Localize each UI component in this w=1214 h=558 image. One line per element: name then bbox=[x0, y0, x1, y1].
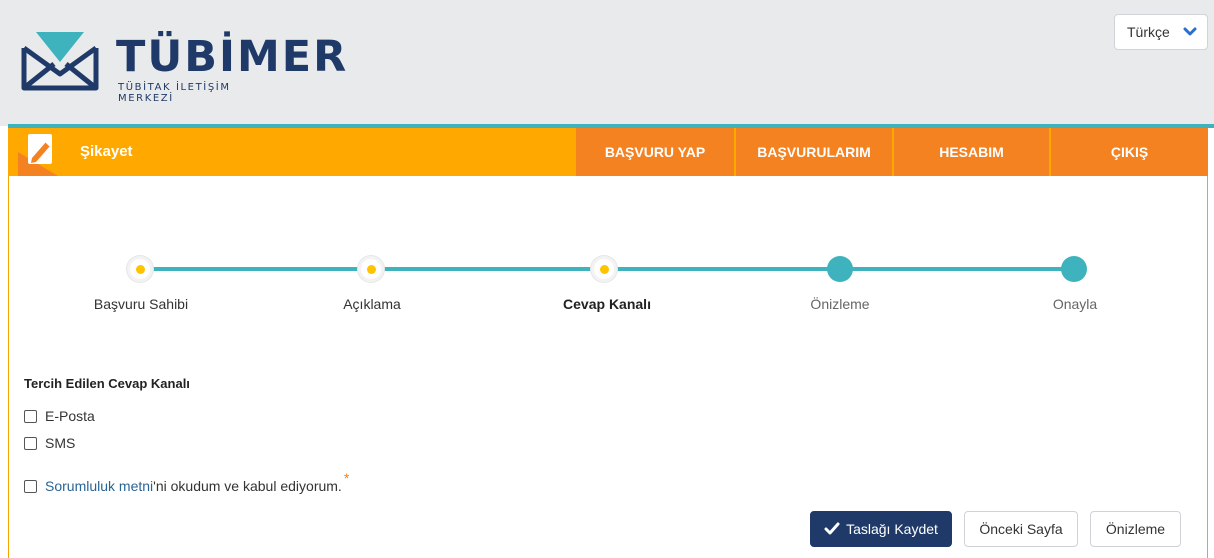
logo-title: TÜBİMER bbox=[116, 32, 349, 82]
tubimer-logo[interactable]: TÜBİMER TÜBİTAK İLETİŞİM MERKEZİ bbox=[14, 20, 346, 104]
option-email[interactable]: E-Posta bbox=[24, 408, 95, 424]
required-mark: * bbox=[343, 470, 350, 486]
response-channel-heading: Tercih Edilen Cevap Kanalı bbox=[24, 376, 190, 391]
agreement-checkbox[interactable] bbox=[24, 479, 37, 493]
document-pencil-icon bbox=[18, 134, 58, 176]
nav-item-logout[interactable]: ÇIKIŞ bbox=[1049, 128, 1208, 176]
save-draft-label: Taslağı Kaydet bbox=[846, 521, 938, 537]
email-checkbox[interactable] bbox=[24, 409, 37, 423]
language-select-value: Türkçe bbox=[1127, 24, 1170, 40]
main-navbar: Şikayet BAŞVURU YAP BAŞVURULARIM HESABIM… bbox=[8, 128, 1208, 176]
step-dot-description bbox=[358, 256, 384, 282]
nav-item-apply[interactable]: BAŞVURU YAP bbox=[574, 128, 734, 176]
step-label-description: Açıklama bbox=[343, 296, 401, 312]
option-sms[interactable]: SMS bbox=[24, 435, 75, 451]
step-label-confirm: Onayla bbox=[1052, 296, 1098, 312]
nav-item-account[interactable]: HESABIM bbox=[892, 128, 1049, 176]
language-select[interactable]: Türkçe bbox=[1114, 14, 1208, 50]
save-draft-button[interactable]: Taslağı Kaydet bbox=[810, 511, 952, 547]
step-dot-confirm bbox=[1061, 256, 1087, 282]
responsibility-text-link[interactable]: Sorumluluk metni bbox=[45, 478, 153, 494]
envelope-logo-icon bbox=[21, 32, 99, 91]
nav-menu: BAŞVURU YAP BAŞVURULARIM HESABIM ÇIKIŞ bbox=[574, 128, 1208, 176]
sms-option-label: SMS bbox=[45, 435, 76, 451]
sms-checkbox[interactable] bbox=[24, 436, 37, 450]
step-label-applicant: Başvuru Sahibi bbox=[93, 296, 189, 312]
complaint-icon-box bbox=[18, 128, 70, 176]
step-dot-preview bbox=[827, 256, 853, 282]
agreement-text: 'ni okudum ve kabul ediyorum. bbox=[153, 478, 342, 494]
step-dot-applicant bbox=[127, 256, 153, 282]
page-title: Şikayet bbox=[80, 143, 133, 160]
logo-subtitle: TÜBİTAK İLETİŞİM MERKEZİ bbox=[118, 82, 231, 104]
step-label-response-channel: Cevap Kanalı bbox=[563, 296, 651, 312]
chevron-down-icon bbox=[1183, 27, 1197, 36]
preview-button[interactable]: Önizleme bbox=[1090, 511, 1181, 547]
checkmark-icon bbox=[824, 522, 840, 535]
nav-item-my-applications[interactable]: BAŞVURULARIM bbox=[734, 128, 892, 176]
step-label-preview: Önizleme bbox=[810, 296, 870, 312]
agreement-row[interactable]: Sorumluluk metni 'ni okudum ve kabul edi… bbox=[24, 470, 349, 494]
email-option-label: E-Posta bbox=[45, 408, 95, 424]
step-dot-response-channel bbox=[591, 256, 617, 282]
previous-page-button[interactable]: Önceki Sayfa bbox=[964, 511, 1078, 547]
